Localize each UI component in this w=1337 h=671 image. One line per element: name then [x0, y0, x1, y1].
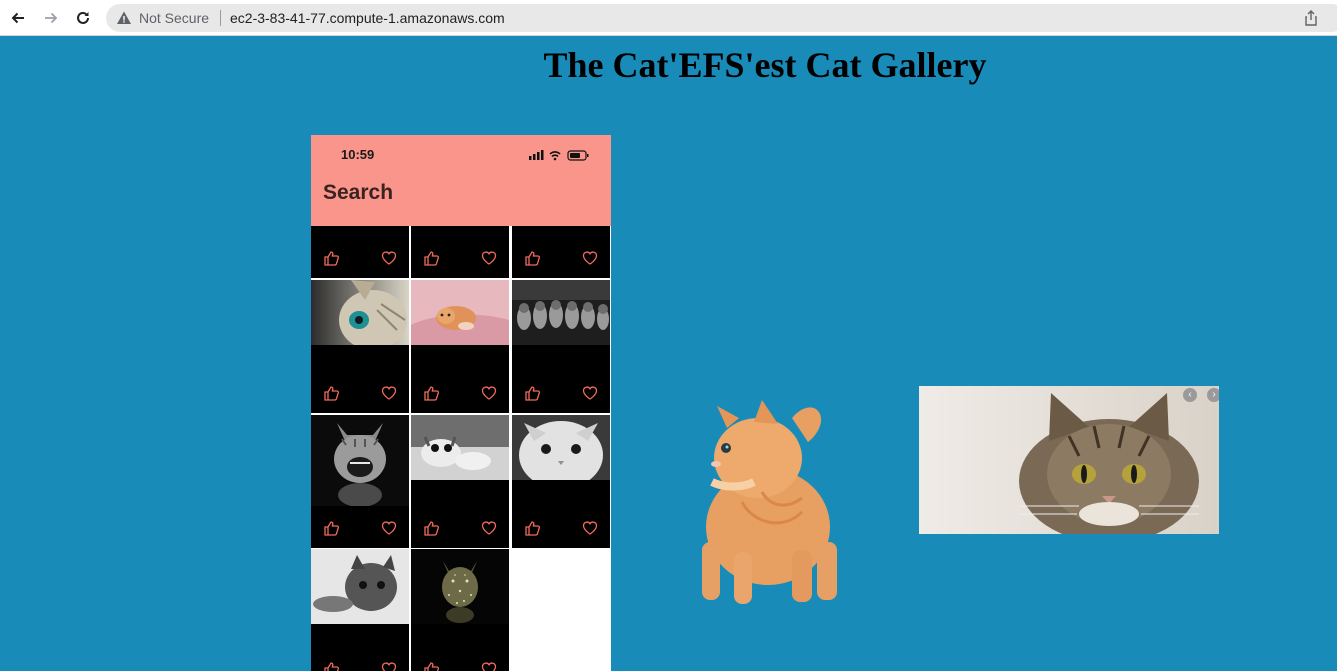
heart-icon[interactable]	[381, 385, 397, 401]
thumbs-up-icon[interactable]	[524, 250, 540, 266]
photo-card[interactable]	[311, 280, 409, 413]
cat-photo-white-cat[interactable]	[512, 415, 610, 480]
photo-card[interactable]	[311, 415, 409, 548]
forward-icon	[45, 12, 58, 24]
address-bar[interactable]: Not Secure ec2-3-83-41-77.compute-1.amaz…	[106, 4, 1337, 32]
cat-photo-kitten-bw[interactable]	[411, 415, 509, 480]
photo-card[interactable]	[311, 226, 409, 278]
reload-button[interactable]	[72, 7, 94, 29]
thumbs-up-icon[interactable]	[323, 250, 339, 266]
photo-card[interactable]	[512, 415, 610, 548]
chevron-right-icon: ›	[1212, 389, 1216, 400]
heart-icon[interactable]	[481, 385, 497, 401]
carousel-prev-button[interactable]: ‹	[1183, 388, 1197, 402]
phone-screenshot: 10:59 Search	[311, 135, 611, 671]
cat-photo-gray-kitten[interactable]	[311, 549, 409, 624]
search-heading: Search	[323, 181, 394, 204]
thumbs-up-icon[interactable]	[323, 385, 339, 401]
forward-button[interactable]	[40, 7, 62, 29]
heart-icon[interactable]	[481, 520, 497, 536]
phone-header: 10:59 Search	[311, 135, 611, 226]
photo-card[interactable]	[311, 549, 409, 671]
reload-icon	[77, 11, 89, 24]
back-button[interactable]	[7, 7, 29, 29]
thumbs-up-icon[interactable]	[423, 661, 439, 671]
photo-card[interactable]	[512, 280, 610, 413]
address-divider	[220, 10, 221, 26]
heart-icon[interactable]	[582, 385, 598, 401]
cat-photo-laughing-cat[interactable]	[311, 415, 409, 506]
chevron-left-icon: ‹	[1188, 389, 1192, 400]
back-icon	[11, 12, 24, 24]
heart-icon[interactable]	[481, 250, 497, 266]
url-text[interactable]: ec2-3-83-41-77.compute-1.amazonaws.com	[230, 10, 505, 26]
featured-cat-photo[interactable]: ‹ ›	[919, 386, 1219, 534]
thumbs-up-icon[interactable]	[423, 250, 439, 266]
thumbs-up-icon[interactable]	[524, 385, 540, 401]
photo-card[interactable]	[411, 226, 509, 278]
status-icons	[529, 150, 589, 161]
cat-photo-kitten-row[interactable]	[512, 280, 610, 345]
share-icon[interactable]	[1303, 10, 1319, 26]
status-time: 10:59	[341, 147, 375, 162]
carousel-next-button[interactable]: ›	[1207, 388, 1219, 402]
warning-icon	[117, 11, 131, 24]
cat-photo-glitter-cat[interactable]	[411, 549, 509, 624]
cat-photo-orange-kitten[interactable]	[411, 280, 509, 345]
photo-card[interactable]	[411, 280, 509, 413]
heart-icon[interactable]	[582, 520, 598, 536]
heart-icon[interactable]	[381, 520, 397, 536]
photo-card[interactable]	[512, 226, 610, 278]
thumbs-up-icon[interactable]	[423, 385, 439, 401]
heart-icon[interactable]	[381, 250, 397, 266]
security-label[interactable]: Not Secure	[139, 10, 209, 26]
cat-photo-tabby-closeup[interactable]	[311, 280, 409, 345]
thumbs-up-icon[interactable]	[323, 520, 339, 536]
browser-toolbar: Not Secure ec2-3-83-41-77.compute-1.amaz…	[0, 0, 1337, 36]
page-title: The Cat'EFS'est Cat Gallery	[543, 45, 987, 85]
thumbs-up-icon[interactable]	[323, 661, 339, 671]
thumbs-up-icon[interactable]	[524, 520, 540, 536]
orange-kitten-image	[702, 400, 837, 604]
heart-icon[interactable]	[582, 250, 598, 266]
photo-card[interactable]	[411, 415, 509, 548]
cat-photo-tabby	[919, 386, 1219, 534]
thumbs-up-icon[interactable]	[423, 520, 439, 536]
heart-icon[interactable]	[481, 661, 497, 671]
photo-card[interactable]	[411, 549, 509, 671]
heart-icon[interactable]	[381, 661, 397, 671]
